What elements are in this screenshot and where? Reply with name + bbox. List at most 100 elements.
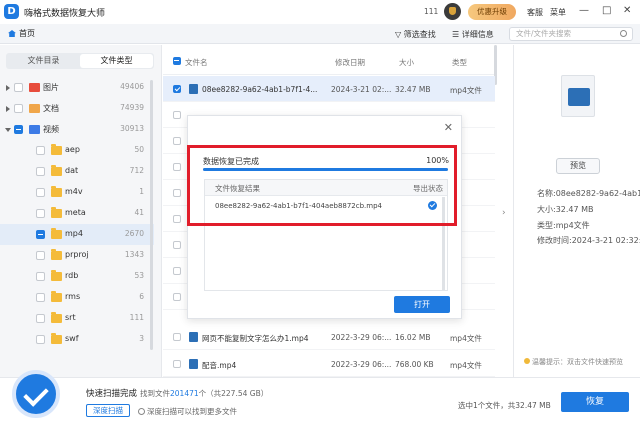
vip-badge-icon[interactable] [444, 3, 461, 20]
file-type: mp4文件 [450, 334, 482, 343]
file-size: 32.47 MB [395, 85, 431, 94]
collapse-panel-icon[interactable]: › [502, 208, 506, 218]
sidebar-item-m4v[interactable]: m4v 1 [0, 182, 154, 203]
close-icon[interactable]: ✕ [623, 5, 631, 17]
sidebar-item-文档[interactable]: 文档 74939 [0, 98, 154, 119]
sidebar-item-label: dat [65, 166, 79, 175]
tree-checkbox[interactable] [36, 272, 45, 281]
chevron-right-icon[interactable] [6, 106, 10, 112]
filter-label: 筛选查找 [403, 30, 436, 39]
folder-icon [51, 333, 62, 344]
tree-checkbox[interactable] [36, 188, 45, 197]
row-checkbox[interactable] [173, 163, 181, 171]
folder-icon [51, 186, 62, 197]
sidebar-item-count: 6 [139, 292, 144, 301]
tree-checkbox[interactable] [14, 83, 23, 92]
sidebar-item-图片[interactable]: 图片 49406 [0, 77, 154, 98]
tree-checkbox[interactable] [14, 125, 23, 134]
folder-icon [51, 291, 62, 302]
row-checkbox[interactable] [173, 293, 181, 301]
tree-checkbox[interactable] [36, 335, 45, 344]
column-name[interactable]: 文件名 [185, 57, 208, 68]
search-icon[interactable] [620, 30, 627, 37]
tab-file-type[interactable]: 文件类型 [80, 54, 153, 68]
tree-checkbox[interactable] [14, 104, 23, 113]
recover-button[interactable]: 恢复 [561, 392, 629, 412]
preview-button[interactable]: 预览 [556, 158, 600, 174]
meta-name: 名称:08ee8282-9a62-4ab1... [537, 189, 640, 198]
file-type: mp4文件 [450, 86, 482, 95]
video-icon [29, 125, 40, 134]
tree-checkbox[interactable] [36, 167, 45, 176]
detail-button[interactable]: ☰ 详细信息 [452, 29, 494, 40]
scan-complete-check-icon [12, 370, 60, 418]
tree-checkbox[interactable] [36, 314, 45, 323]
row-checkbox[interactable] [173, 241, 181, 249]
sidebar-item-aep[interactable]: aep 50 [0, 140, 154, 161]
table-row[interactable]: 配音.mp4 2022-3-29 06:... 768.00 KB mp4文件 [163, 351, 495, 377]
open-button[interactable]: 打开 [394, 296, 450, 313]
tree-checkbox[interactable] [36, 293, 45, 302]
row-checkbox[interactable] [173, 267, 181, 275]
sidebar-scrollbar[interactable] [150, 80, 153, 350]
folder-icon [51, 144, 62, 155]
sidebar-item-srt[interactable]: srt 111 [0, 308, 154, 329]
meta-type: 类型:mp4文件 [537, 221, 590, 230]
deep-hint-label: 深度扫描可以找到更多文件 [147, 407, 237, 416]
sidebar-item-prproj[interactable]: prproj 1343 [0, 245, 154, 266]
sidebar-item-label: aep [65, 145, 80, 154]
row-checkbox[interactable] [173, 111, 181, 119]
sidebar-item-count: 2670 [124, 229, 144, 238]
upgrade-button[interactable]: 优惠升级 [468, 4, 516, 20]
folder-icon [51, 249, 62, 260]
sidebar-item-mp4[interactable]: mp4 2670 [0, 224, 154, 245]
found-count: 201471 [170, 389, 199, 398]
video-file-icon [189, 332, 198, 342]
minimize-icon[interactable]: — [579, 5, 589, 17]
tab-file-directory[interactable]: 文件目录 [7, 54, 80, 68]
table-row[interactable]: 08ee8282-9a62-4ab1-b7f1-4... 2024-3-21 0… [163, 76, 495, 102]
sidebar-item-meta[interactable]: meta 41 [0, 203, 154, 224]
home-button[interactable]: 首页 [8, 28, 35, 39]
row-checkbox[interactable] [173, 360, 181, 368]
bottom-bar: 快速扫描完成 找到文件201471个（共227.54 GB） 深度扫描 深度扫描… [0, 370, 640, 423]
search-input[interactable]: 文件/文件夹搜索 [509, 27, 633, 41]
file-type: mp4文件 [450, 361, 482, 370]
chevron-right-icon[interactable] [6, 85, 10, 91]
row-checkbox[interactable] [173, 215, 181, 223]
detail-label: 详细信息 [461, 30, 494, 39]
column-modified[interactable]: 修改日期 [335, 57, 365, 68]
file-modified: 2022-3-29 06:... [331, 333, 392, 342]
tree-checkbox[interactable] [36, 209, 45, 218]
sidebar-item-label: 视频 [43, 125, 59, 134]
folder-icon [51, 312, 62, 323]
sidebar-item-swf[interactable]: swf 3 [0, 329, 154, 350]
user-count: 111 [424, 7, 439, 16]
tree-checkbox[interactable] [36, 146, 45, 155]
menu-button[interactable]: 菜单 [550, 7, 566, 18]
filter-button[interactable]: ▽ 筛选查找 [395, 29, 436, 40]
table-row[interactable]: 网页不能复制文字怎么办1.mp4 2022-3-29 06:... 16.02 … [163, 324, 495, 350]
video-thumbnail-icon [561, 75, 595, 117]
maximize-icon[interactable]: □ [602, 5, 611, 17]
dialog-close-icon[interactable]: ✕ [444, 121, 453, 134]
row-checkbox[interactable] [173, 85, 181, 93]
sidebar-item-rms[interactable]: rms 6 [0, 287, 154, 308]
row-checkbox[interactable] [173, 189, 181, 197]
row-checkbox[interactable] [173, 333, 181, 341]
info-icon [138, 408, 145, 415]
sidebar-item-dat[interactable]: dat 712 [0, 161, 154, 182]
sidebar-item-视频[interactable]: 视频 30913 [0, 119, 154, 140]
column-type[interactable]: 类型 [452, 57, 467, 68]
chevron-down-icon[interactable] [5, 128, 11, 132]
tree-checkbox[interactable] [36, 230, 45, 239]
service-button[interactable]: 客服 [527, 7, 543, 18]
tree-checkbox[interactable] [36, 251, 45, 260]
sidebar-item-rdb[interactable]: rdb 53 [0, 266, 154, 287]
meta-size: 大小:32.47 MB [537, 205, 594, 214]
toolbar: 首页 ▽ 筛选查找 ☰ 详细信息 文件/文件夹搜索 [0, 24, 640, 44]
select-all-checkbox[interactable] [173, 57, 181, 65]
row-checkbox[interactable] [173, 137, 181, 145]
deep-scan-button[interactable]: 深度扫描 [86, 404, 130, 417]
column-size[interactable]: 大小 [399, 57, 414, 68]
